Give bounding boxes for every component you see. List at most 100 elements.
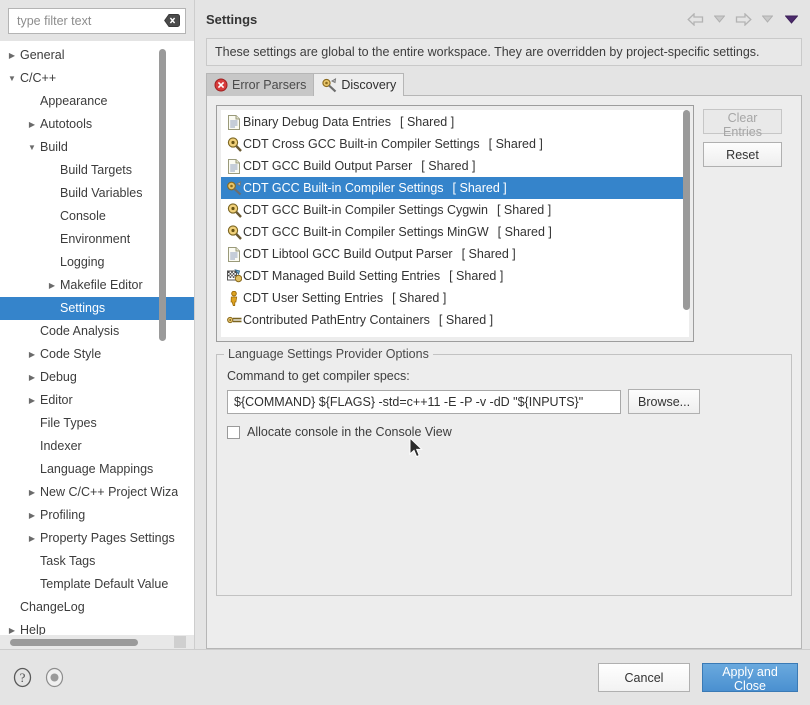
group-title: Language Settings Provider Options — [224, 347, 433, 361]
tab-discovery[interactable]: Discovery — [313, 73, 404, 96]
tab-label: Error Parsers — [232, 78, 306, 92]
provider-scope-badge: [ Shared ] — [453, 181, 507, 195]
chevron-right-icon[interactable]: ▶ — [24, 113, 40, 136]
sidebar-item-editor[interactable]: ▶Editor — [0, 389, 194, 412]
sidebar-item-label: Makefile Editor — [60, 274, 143, 297]
tree-horizontal-scrollbar[interactable] — [0, 635, 194, 649]
chevron-right-icon[interactable]: ▶ — [24, 481, 40, 504]
provider-name: CDT User Setting Entries — [243, 291, 383, 305]
settings-tree[interactable]: ▶General▼C/C++Appearance▶Autotools▼Build… — [0, 41, 194, 649]
search-input[interactable] — [8, 8, 186, 34]
sidebar-item-task-tags[interactable]: Task Tags — [0, 550, 194, 573]
provider-name: CDT Libtool GCC Build Output Parser — [243, 247, 453, 261]
chevron-right-icon[interactable]: ▶ — [24, 389, 40, 412]
sidebar-item-label: Task Tags — [40, 550, 95, 573]
apply-and-close-button[interactable]: Apply and Close — [702, 663, 798, 692]
sidebar-item-label: File Types — [40, 412, 97, 435]
tree-vertical-scrollbar[interactable] — [159, 49, 166, 341]
provider-name: CDT GCC Built-in Compiler Settings — [243, 181, 444, 195]
chevron-right-icon[interactable]: ▶ — [24, 527, 40, 550]
provider-list-item[interactable]: CDT User Setting Entries[ Shared ] — [221, 287, 689, 309]
sidebar-item-label: Debug — [40, 366, 77, 389]
forward-history-dropdown-icon — [756, 10, 778, 28]
clear-text-icon[interactable] — [164, 14, 180, 27]
sidebar-item-language-mappings[interactable]: Language Mappings — [0, 458, 194, 481]
sidebar-item-file-types[interactable]: File Types — [0, 412, 194, 435]
sidebar-item-label: Appearance — [40, 90, 107, 113]
provider-list-item[interactable]: CDT GCC Built-in Compiler Settings [ Shar… — [221, 177, 689, 199]
providers-list-viewport[interactable]: Binary Debug Data Entries[ Shared ]CDT C… — [221, 110, 689, 337]
view-menu-dropdown-icon[interactable] — [780, 10, 802, 28]
sidebar-item-label: Environment — [60, 228, 130, 251]
page-description-text: These settings are global to the entire … — [215, 45, 760, 59]
dialog-action-buttons: Cancel Apply and Close — [598, 663, 798, 692]
sidebar-item-debug[interactable]: ▶Debug — [0, 366, 194, 389]
sidebar-item-profiling[interactable]: ▶Profiling — [0, 504, 194, 527]
provider-list-item[interactable]: CDT Cross GCC Built-in Compiler Settings… — [221, 133, 689, 155]
settings-content-pane: Settings These settings are global to th… — [198, 0, 810, 649]
tab-error-parsers[interactable]: Error Parsers — [206, 73, 314, 96]
tab-strip: Error Parsers Discovery — [206, 73, 802, 96]
chevron-down-icon[interactable]: ▼ — [4, 67, 20, 90]
sidebar-item-label: Code Style — [40, 343, 101, 366]
compiler-specs-command-input[interactable] — [227, 390, 621, 414]
sidebar-item-indexer[interactable]: Indexer — [0, 435, 194, 458]
sidebar-item-label: Indexer — [40, 435, 82, 458]
provider-scope-badge: [ Shared ] — [421, 159, 475, 173]
page-title: Settings — [206, 12, 257, 27]
provider-name: CDT Managed Build Setting Entries — [243, 269, 440, 283]
allocate-console-row[interactable]: Allocate console in the Console View — [227, 425, 781, 439]
provider-name: CDT GCC Built-in Compiler Settings Cygwi… — [243, 203, 488, 217]
record-circle-icon[interactable] — [44, 667, 65, 688]
provider-list-item[interactable]: CDT GCC Build Output Parser[ Shared ] — [221, 155, 689, 177]
provider-list-item[interactable]: Binary Debug Data Entries[ Shared ] — [221, 111, 689, 133]
provider-name: Binary Debug Data Entries — [243, 115, 391, 129]
providers-vertical-scrollbar[interactable] — [683, 110, 690, 310]
reset-button[interactable]: Reset — [703, 142, 782, 167]
command-label: Command to get compiler specs: — [227, 369, 781, 383]
provider-list-item[interactable]: CDT Managed Build Setting Entries[ Share… — [221, 265, 689, 287]
provider-list-item[interactable]: Contributed PathEntry Containers[ Shared… — [221, 309, 689, 331]
help-question-icon[interactable]: ? — [12, 667, 33, 688]
sidebar-item-label: Autotools — [40, 113, 92, 136]
sidebar-item-property-pages-settings[interactable]: ▶Property Pages Settings — [0, 527, 194, 550]
sidebar-item-new-c-c-project-wiza[interactable]: ▶New C/C++ Project Wiza — [0, 481, 194, 504]
dialog-button-bar: ? Cancel Apply and Close — [0, 649, 810, 705]
chevron-right-icon[interactable]: ▶ — [24, 504, 40, 527]
sidebar-item-label: Profiling — [40, 504, 85, 527]
chevron-right-icon[interactable]: ▶ — [24, 366, 40, 389]
provider-name: CDT Cross GCC Built-in Compiler Settings — [243, 137, 480, 151]
chevron-right-icon[interactable]: ▶ — [44, 274, 60, 297]
browse-button[interactable]: Browse... — [628, 389, 700, 414]
svg-text:?: ? — [20, 670, 26, 685]
magnifier-gear-icon — [225, 202, 243, 218]
provider-list-item[interactable]: CDT GCC Built-in Compiler Settings Cygwi… — [221, 199, 689, 221]
cancel-button[interactable]: Cancel — [598, 663, 690, 692]
sidebar-item-label: Language Mappings — [40, 458, 153, 481]
provider-list-item[interactable]: CDT Libtool GCC Build Output Parser[ Sha… — [221, 243, 689, 265]
sidebar-item-template-default-value[interactable]: Template Default Value — [0, 573, 194, 596]
content-vertical-scrollbar[interactable] — [802, 0, 810, 649]
sidebar-item-changelog[interactable]: ChangeLog — [0, 596, 194, 619]
chevron-right-icon[interactable]: ▶ — [4, 44, 20, 67]
provider-list-item[interactable]: CDT GCC Built-in Compiler Settings MinGW… — [221, 221, 689, 243]
scrollbar-corner — [174, 636, 186, 648]
provider-scope-badge: [ Shared ] — [498, 225, 552, 239]
sidebar-item-label: C/C++ — [20, 67, 56, 90]
back-history-dropdown-icon — [708, 10, 730, 28]
sidebar-item-label: Editor — [40, 389, 73, 412]
language-settings-providers-box: Binary Debug Data Entries[ Shared ]CDT C… — [216, 105, 694, 342]
tree-horizontal-scrollbar-thumb[interactable] — [10, 639, 138, 646]
forward-arrow-icon — [732, 10, 754, 28]
providers-list: Binary Debug Data Entries[ Shared ]CDT C… — [221, 111, 689, 331]
chevron-right-icon[interactable]: ▶ — [24, 343, 40, 366]
sidebar-item-code-style[interactable]: ▶Code Style — [0, 343, 194, 366]
chevron-down-icon[interactable]: ▼ — [24, 136, 40, 159]
person-icon — [225, 290, 243, 306]
provider-name: CDT GCC Built-in Compiler Settings MinGW — [243, 225, 489, 239]
allocate-console-checkbox[interactable] — [227, 426, 240, 439]
page-description: These settings are global to the entire … — [206, 38, 802, 66]
path-entry-icon — [225, 312, 243, 328]
settings-navigation-pane: ▶General▼C/C++Appearance▶Autotools▼Build… — [0, 0, 194, 649]
sidebar-item-label: Code Analysis — [40, 320, 119, 343]
